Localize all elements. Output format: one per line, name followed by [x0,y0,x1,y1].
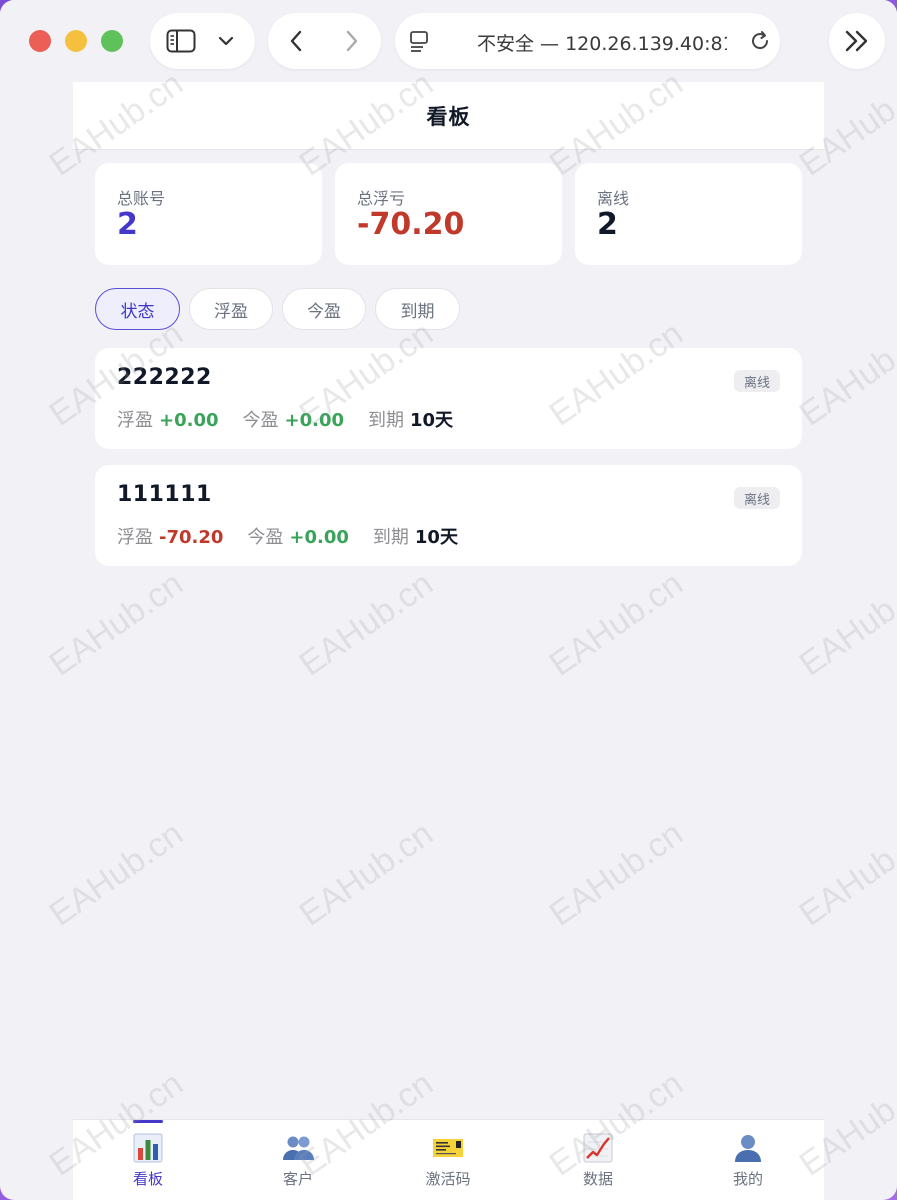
status-badge: 离线 [733,487,780,509]
browser-toolbar: 不安全 — 120.26.139.40:81/ [0,0,897,82]
ticket-icon [433,1139,463,1157]
browser-window: 不安全 — 120.26.139.40:81/ 看板 总账号 2 总浮亏 -70… [0,0,897,1200]
nav-label: 激活码 [425,1170,471,1188]
account-card[interactable]: 111111 离线 浮盈 -70.20 今盈 +0.00 到期 10天 [95,465,802,566]
nav-item-profile[interactable]: 我的 [673,1120,823,1200]
nav-label: 数据 [582,1170,613,1188]
nav-item-data[interactable]: 数据 [523,1120,673,1200]
today-value: +0.00 [284,410,345,431]
address-text[interactable]: 不安全 — 120.26.139.40:81/ [477,29,727,53]
history-nav [268,13,381,69]
stat-card-offline: 离线 2 [575,163,802,265]
tab-today-profit[interactable]: 今盈 [282,288,366,330]
today-label: 今盈 [247,527,284,548]
stat-value: 2 [597,207,618,242]
bar-chart-icon [133,1133,163,1163]
nav-item-customers[interactable]: 客户 [223,1120,373,1200]
minimize-window-button[interactable] [65,30,87,52]
nav-item-dashboard[interactable]: 看板 [73,1120,223,1200]
double-chevron-right-icon [845,30,868,52]
today-value: +0.00 [289,527,349,548]
tab-floating-profit[interactable]: 浮盈 [189,288,273,330]
float-label: 浮盈 [117,410,153,431]
tab-status[interactable]: 状态 [95,288,180,330]
expiry-label: 到期 [368,410,404,431]
page-menu-icon[interactable] [409,30,431,52]
nav-item-activation-codes[interactable]: 激活码 [373,1120,523,1200]
nav-label: 看板 [132,1170,163,1188]
tab-expiry[interactable]: 到期 [375,288,460,330]
stat-value: -70.20 [357,207,465,242]
users-icon [283,1136,314,1160]
forward-icon[interactable] [344,29,360,53]
nav-label: 我的 [732,1170,763,1188]
account-id: 111111 [117,482,212,507]
stat-card-total-accounts: 总账号 2 [95,163,322,265]
status-badge: 离线 [733,370,780,392]
zoom-window-button[interactable] [101,30,123,52]
float-value: +0.00 [159,410,219,431]
sidebar-icon [166,29,196,53]
page-header: 看板 [73,82,824,150]
address-bar[interactable]: 不安全 — 120.26.139.40:81/ [395,13,780,69]
float-value: -70.20 [159,527,224,548]
page-title: 看板 [426,104,471,129]
expiry-value: 10天 [410,410,454,431]
reload-icon[interactable] [749,30,771,52]
stat-label: 总账号 [117,189,166,208]
float-label: 浮盈 [117,527,153,548]
stat-label: 总浮亏 [357,189,406,208]
stat-label: 离线 [597,189,630,208]
more-toolbar-button[interactable] [829,13,885,69]
user-icon [735,1135,761,1162]
nav-active-indicator [133,1120,163,1123]
stat-card-total-floating-loss: 总浮亏 -70.20 [335,163,562,265]
account-metrics: 浮盈 +0.00 今盈 +0.00 到期 10天 [117,406,477,432]
sidebar-toggle-button[interactable] [150,13,255,69]
account-card[interactable]: 222222 离线 浮盈 +0.00 今盈 +0.00 到期 10天 [95,348,802,449]
back-icon[interactable] [288,29,304,53]
account-id: 222222 [117,365,212,390]
stat-value: 2 [117,207,138,242]
close-window-button[interactable] [29,30,51,52]
web-page: 看板 总账号 2 总浮亏 -70.20 离线 2 状态 浮盈 今盈 到期 222… [73,82,824,1200]
account-metrics: 浮盈 -70.20 今盈 +0.00 到期 10天 [117,523,482,549]
bottom-nav: 看板 客户 激活码 数据 我的 [73,1119,824,1200]
today-label: 今盈 [242,410,279,431]
expiry-label: 到期 [372,527,409,548]
expiry-value: 10天 [414,527,458,548]
line-chart-icon [583,1133,613,1163]
chevron-down-icon[interactable] [218,35,234,47]
nav-label: 客户 [282,1170,313,1188]
